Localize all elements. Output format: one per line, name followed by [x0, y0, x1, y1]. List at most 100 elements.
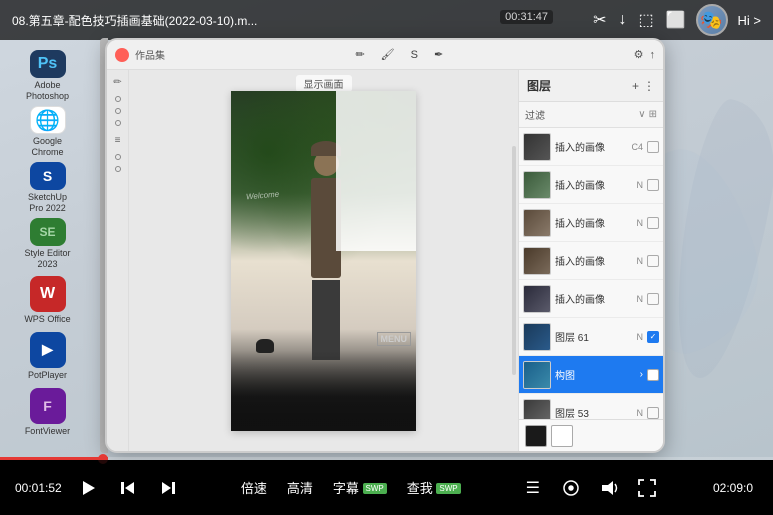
- loop-button[interactable]: [558, 475, 584, 501]
- layer-info: 插入的画像: [555, 177, 633, 192]
- prev-chapter-button[interactable]: [114, 474, 142, 502]
- style-editor-icon[interactable]: SE Style Editor2023: [13, 218, 83, 270]
- figure-head: [314, 151, 339, 176]
- layer-visibility[interactable]: [647, 407, 659, 419]
- filter-icons: ∨ ⊞: [638, 109, 657, 120]
- layer-item-active[interactable]: 构图 ›: [519, 356, 663, 394]
- download-icon[interactable]: ↓: [618, 11, 626, 29]
- background-color[interactable]: [551, 425, 573, 447]
- color-swatches: [519, 419, 663, 451]
- sketchup-icon[interactable]: S SketchUpPro 2022: [13, 162, 83, 214]
- nav-dot-5: [115, 166, 121, 172]
- layer-item[interactable]: 插入的画像 N: [519, 166, 663, 204]
- canvas-white-area: [336, 91, 416, 251]
- style-editor-label: Style Editor2023: [24, 248, 70, 270]
- center-controls: 倍速 高清 字幕 SWP 查我 SWP: [235, 474, 467, 501]
- layer-expand-icon[interactable]: ›: [640, 369, 643, 380]
- subtitle-button[interactable]: 字幕 SWP: [327, 474, 393, 501]
- avatar-face: 🎭: [700, 10, 722, 31]
- speed-button[interactable]: 倍速: [235, 474, 273, 501]
- layer-info: 插入的画像: [555, 291, 633, 306]
- tablet-toolbar: ✏ 🖌 S ✒: [351, 46, 447, 63]
- canvas-dark-bottom: [231, 351, 416, 431]
- canvas-area: 显示画面 W: [129, 70, 518, 451]
- layer-visibility[interactable]: [647, 141, 659, 153]
- avatar[interactable]: 🎭: [696, 4, 728, 36]
- layer-name: 图层 61: [555, 329, 633, 344]
- canvas-scrollbar[interactable]: [512, 146, 516, 375]
- layer-item[interactable]: 插入的画像 C4: [519, 128, 663, 166]
- tablet-share-icon[interactable]: ↑: [650, 49, 656, 61]
- playlist-button[interactable]: ☰: [520, 475, 546, 501]
- artwork-canvas[interactable]: Welcome MENU: [231, 91, 416, 431]
- potplayer-icon[interactable]: ▶ PotPlayer: [13, 330, 83, 382]
- next-chapter-button[interactable]: [154, 474, 182, 502]
- layer-item[interactable]: 图层 53 N: [519, 394, 663, 419]
- layer-item[interactable]: 图层 61 N ✓: [519, 318, 663, 356]
- layers-panel: 图层 + ⋮ 过滤 ∨ ⊞: [518, 70, 663, 451]
- cat-silhouette: [256, 339, 274, 353]
- tool-pencil[interactable]: ✏: [351, 46, 368, 63]
- volume-button[interactable]: [596, 475, 622, 501]
- video-title: 08.第五章-配色技巧插画基础(2022-03-10).m...: [12, 12, 583, 29]
- menu-sign: MENU: [377, 332, 412, 346]
- nav-dot-1: [115, 96, 121, 102]
- play-button[interactable]: [74, 474, 102, 502]
- tablet-frame: 作品集 ✏ 🖌 S ✒ ⚙ ↑ ✏ ≡: [105, 38, 665, 453]
- tool-pen[interactable]: ✒: [430, 46, 447, 63]
- layer-visibility[interactable]: [647, 255, 659, 267]
- foreground-color[interactable]: [525, 425, 547, 447]
- hd-button[interactable]: 高清: [281, 474, 319, 501]
- nav-icon-brush[interactable]: ✏: [110, 74, 126, 90]
- layer-visibility-checked[interactable]: ✓: [647, 331, 659, 343]
- panel-menu-icon[interactable]: ⋮: [643, 79, 655, 93]
- layer-name: 插入的画像: [555, 215, 633, 230]
- layer-mode: N: [637, 256, 644, 266]
- cast-icon[interactable]: ⬜: [666, 10, 686, 30]
- tablet-top-bar: 作品集 ✏ 🖌 S ✒ ⚙ ↑: [107, 40, 663, 70]
- tablet-left-nav: ✏ ≡: [107, 70, 129, 451]
- filter-row: 过滤 ∨ ⊞: [519, 102, 663, 128]
- layer-thumbnail: [523, 209, 551, 237]
- panel-add-icon[interactable]: +: [632, 79, 639, 93]
- layer-thumbnail: [523, 323, 551, 351]
- tablet-close-button[interactable]: [115, 48, 129, 62]
- fontviewer-icon[interactable]: F FontViewer: [13, 386, 83, 438]
- layer-visibility[interactable]: [647, 293, 659, 305]
- tool-s[interactable]: S: [407, 47, 422, 63]
- display-label: 显示画面: [296, 75, 352, 92]
- layer-visibility[interactable]: [647, 179, 659, 191]
- layer-name: 构图: [555, 367, 636, 382]
- photoshop-icon[interactable]: Ps AdobePhotoshop: [13, 50, 83, 102]
- hi-label[interactable]: Hi >: [738, 13, 761, 28]
- tablet-settings-icon[interactable]: ⚙: [634, 48, 644, 61]
- tool-brush[interactable]: 🖌: [377, 46, 399, 63]
- filter-chevron-icon[interactable]: ∨: [638, 109, 645, 120]
- time-current: 00:01:52: [15, 481, 62, 495]
- layer-name: 插入的画像: [555, 253, 633, 268]
- video-player: 08.第五章-配色技巧插画基础(2022-03-10).m... ✂ ↓ ⬚ ⬜…: [0, 0, 773, 515]
- layer-visibility[interactable]: [647, 217, 659, 229]
- nav-icon-layers[interactable]: ≡: [110, 132, 126, 148]
- layer-item[interactable]: 插入的画像 N: [519, 280, 663, 318]
- layer-thumbnail: [523, 247, 551, 275]
- time-total: 02:09:0: [713, 481, 758, 495]
- fullscreen-button[interactable]: [634, 475, 660, 501]
- filter-grid-icon[interactable]: ⊞: [649, 109, 657, 120]
- timer-display: 00:31:47: [500, 10, 553, 24]
- wps-icon[interactable]: W WPS Office: [13, 274, 83, 326]
- pip-icon[interactable]: ⬚: [638, 10, 653, 30]
- layer-name: 插入的画像: [555, 291, 633, 306]
- tablet-top-right: ⚙ ↑: [634, 48, 655, 61]
- layer-visibility[interactable]: [647, 369, 659, 381]
- layer-name: 图层 53: [555, 405, 633, 419]
- chrome-icon-desktop[interactable]: 🌐 GoogleChrome: [13, 106, 83, 158]
- find-button[interactable]: 查我 SWP: [401, 474, 467, 501]
- layer-info: 构图: [555, 367, 636, 382]
- layer-item[interactable]: 插入的画像 N: [519, 204, 663, 242]
- layer-item[interactable]: 插入的画像 N: [519, 242, 663, 280]
- layer-thumbnail: [523, 171, 551, 199]
- share-icon[interactable]: ✂: [593, 10, 606, 30]
- desktop-sidebar: Ps AdobePhotoshop 🌐 GoogleChrome S Sketc…: [0, 45, 95, 465]
- subtitle-badge: SWP: [363, 483, 387, 494]
